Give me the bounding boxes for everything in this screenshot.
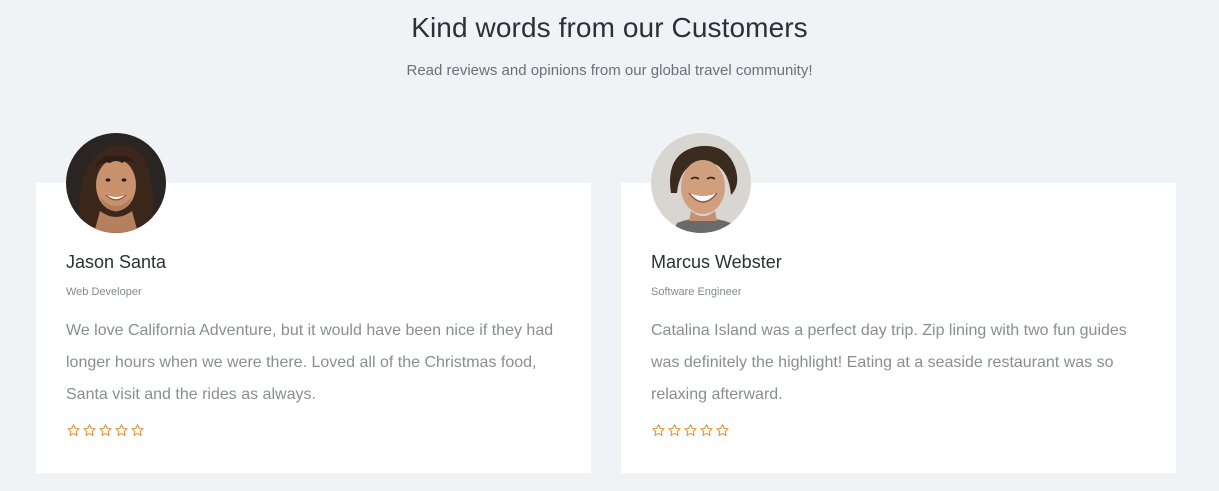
star-outline-icon xyxy=(67,424,80,436)
star-outline-icon xyxy=(99,424,112,436)
star-outline-icon xyxy=(668,424,681,436)
reviewer-name: Marcus Webster xyxy=(651,252,782,272)
section-subtitle: Read reviews and opinions from our globa… xyxy=(406,62,813,79)
star-outline-icon xyxy=(716,424,729,436)
star-outline-icon xyxy=(83,424,96,436)
reviewer-role: Web Developer xyxy=(66,286,142,298)
star-rating xyxy=(66,423,145,438)
avatar xyxy=(66,133,166,233)
reviewer-name: Jason Santa xyxy=(66,252,167,272)
star-outline-icon xyxy=(684,424,697,436)
star-outline-icon xyxy=(131,424,144,436)
star-outline-icon xyxy=(652,424,665,436)
star-rating xyxy=(651,423,730,438)
review-card: Jason Santa Web Developer We love Califo… xyxy=(36,133,591,473)
star-outline-icon xyxy=(700,424,713,436)
reviewer-role: Software Engineer xyxy=(651,286,742,298)
review-card: Marcus Webster Software Engineer Catalin… xyxy=(621,133,1176,473)
review-text: We love California Adventure, but it wou… xyxy=(66,322,554,403)
review-text: Catalina Island was a perfect day trip. … xyxy=(651,322,1127,403)
section-title: Kind words from our Customers xyxy=(411,12,808,43)
star-outline-icon xyxy=(115,424,128,436)
avatar xyxy=(651,133,751,233)
